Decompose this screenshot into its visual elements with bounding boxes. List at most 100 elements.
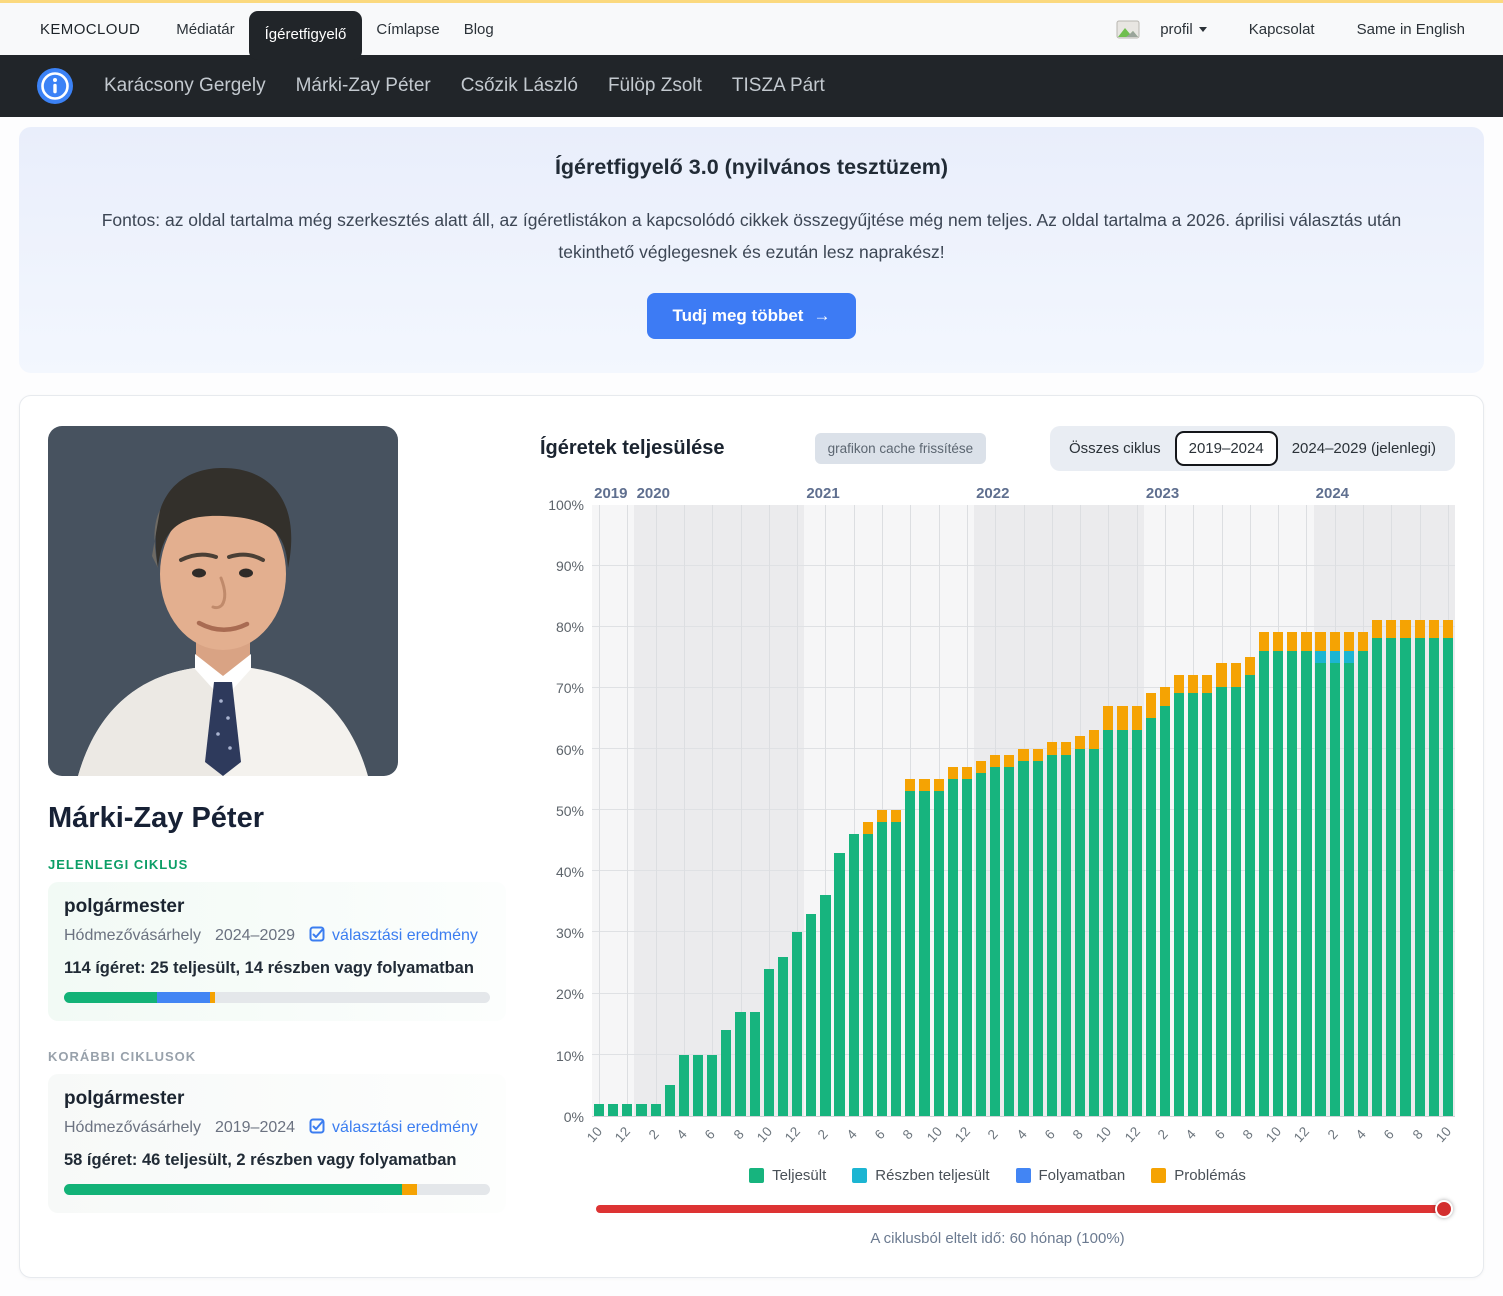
bar-slot-2020-09	[748, 505, 762, 1116]
y-tick-30: 30%	[556, 925, 584, 941]
x-tick-2020-10: 10	[754, 1124, 775, 1145]
bar-segment-Teljesült	[948, 779, 958, 1116]
bar-segment-Teljesült	[820, 895, 830, 1115]
bar-2022-03	[1004, 755, 1014, 1116]
bar-segment-Teljesült	[1089, 749, 1099, 1116]
bar-segment-Teljesült	[721, 1030, 731, 1116]
nav-language-toggle[interactable]: Same in English	[1345, 13, 1477, 46]
top-navbar-right: profil Kapcsolat Same in English	[1116, 13, 1477, 46]
profile-avatar-icon	[1116, 20, 1140, 39]
year-label-2019: 2019	[594, 485, 627, 502]
bar-segment-Teljesült	[707, 1055, 717, 1116]
slider-knob[interactable]	[1435, 1200, 1453, 1218]
bar-segment-Problémás	[1287, 632, 1297, 650]
election-result-label: választási eredmény	[332, 927, 478, 945]
x-tick-2020-02: 2	[645, 1126, 661, 1142]
nav-mediatar[interactable]: Médiatár	[164, 13, 246, 46]
tab-all-cycles[interactable]: Összes ciklus	[1055, 431, 1175, 466]
bar-slot-2019-11	[606, 505, 620, 1116]
top-navbar: KEMOCLOUD Médiatár Ígéretfigyelő Címlaps…	[0, 3, 1503, 55]
x-tick-2021-04: 4	[843, 1126, 859, 1142]
person-nav-karacsony[interactable]: Karácsony Gergely	[104, 75, 266, 97]
nav-igeretfigyelo[interactable]: Ígéretfigyelő	[249, 11, 363, 60]
bar-segment-Teljesült	[735, 1012, 745, 1116]
bar-segment-Teljesült	[1259, 651, 1269, 1116]
nav-kapcsolat[interactable]: Kapcsolat	[1237, 13, 1327, 46]
bar-segment-Teljesült	[1415, 638, 1425, 1115]
bar-segment-Teljesült	[934, 791, 944, 1115]
bar-slot-2021-10	[932, 505, 946, 1116]
bar-segment-Részben-teljesült	[1315, 651, 1325, 663]
year-label-2022: 2022	[976, 485, 1009, 502]
arrow-right-icon: →	[813, 306, 830, 326]
person-nav-csozik[interactable]: Csőzik László	[461, 75, 578, 97]
bar-2020-03	[665, 1085, 675, 1116]
bar-slot-2023-03	[1172, 505, 1186, 1116]
legend-label: Részben teljesült	[875, 1167, 989, 1184]
bar-slot-2021-11	[946, 505, 960, 1116]
bar-2020-01	[636, 1104, 646, 1116]
person-nav-markizay[interactable]: Márki-Zay Péter	[296, 75, 431, 97]
brand-kemocloud[interactable]: KEMOCLOUD	[40, 21, 140, 38]
bar-segment-Teljesült	[849, 834, 859, 1116]
bar-slot-2023-08	[1243, 505, 1257, 1116]
bar-2020-06	[707, 1055, 717, 1116]
person-nav-fulop[interactable]: Fülöp Zsolt	[608, 75, 702, 97]
y-tick-20: 20%	[556, 986, 584, 1002]
bar-segment-Teljesült	[651, 1104, 661, 1116]
x-tick-2021-06: 6	[872, 1126, 888, 1142]
refresh-cache-button[interactable]: grafikon cache frissítése	[815, 433, 987, 464]
x-tick-2020-04: 4	[674, 1126, 690, 1142]
tab-2019-2024[interactable]: 2019–2024	[1175, 431, 1278, 466]
bar-2022-09	[1089, 730, 1099, 1116]
x-tick-2024-08: 8	[1409, 1126, 1425, 1142]
learn-more-label: Tudj meg többet	[673, 306, 804, 326]
bar-segment-Teljesült	[1344, 663, 1354, 1116]
bar-segment-Teljesült	[1245, 675, 1255, 1116]
chart-year-labels: 201920202021202220232024	[592, 485, 1455, 505]
bar-segment-Teljesült	[1202, 693, 1212, 1115]
nav-cimlapse[interactable]: Címlapse	[364, 13, 451, 46]
bar-2024-03	[1344, 632, 1354, 1115]
cycle-position: polgármester	[64, 1088, 490, 1110]
previous-cycles-label: KORÁBBI CIKLUSOK	[48, 1049, 506, 1064]
bar-segment-Problémás	[1344, 632, 1354, 650]
election-result-link[interactable]: választási eredmény	[309, 926, 478, 947]
progress-segment-részben-vagy-folyamatban	[157, 992, 209, 1003]
bar-segment-Részben-teljesült	[1344, 651, 1354, 663]
profile-dropdown[interactable]: profil	[1148, 13, 1219, 46]
bar-2023-10	[1273, 632, 1283, 1115]
bar-segment-Problémás	[891, 810, 901, 822]
bar-segment-Teljesült	[622, 1104, 632, 1116]
bar-slot-2024-09	[1427, 505, 1441, 1116]
x-tick-2021-12: 12	[952, 1124, 973, 1145]
election-result-link[interactable]: választási eredmény	[309, 1118, 478, 1139]
learn-more-button[interactable]: Tudj meg többet →	[647, 293, 857, 339]
cycle-meta: Hódmezővásárhely 2019–2024 választási er…	[64, 1118, 490, 1139]
bar-2019-12	[622, 1104, 632, 1116]
bar-slot-2024-04	[1356, 505, 1370, 1116]
bar-2024-05	[1372, 620, 1382, 1116]
info-icon[interactable]	[36, 67, 74, 105]
slider-track	[596, 1205, 1451, 1213]
profile-panel: Márki-Zay Péter JELENLEGI CIKLUS polgárm…	[48, 426, 506, 1247]
nav-blog[interactable]: Blog	[452, 13, 506, 46]
x-tick-2022-02: 2	[985, 1126, 1001, 1142]
legend-swatch	[1016, 1168, 1031, 1183]
bar-2024-08	[1415, 620, 1425, 1116]
tab-2024-2029[interactable]: 2024–2029 (jelenlegi)	[1278, 431, 1450, 466]
person-nav-tisza[interactable]: TISZA Párt	[732, 75, 825, 97]
bar-segment-Problémás	[1273, 632, 1283, 650]
bar-2024-07	[1400, 620, 1410, 1116]
y-tick-50: 50%	[556, 803, 584, 819]
bar-segment-Problémás	[1075, 736, 1085, 748]
bar-2020-08	[735, 1012, 745, 1116]
bar-slot-2020-11	[776, 505, 790, 1116]
bar-slot-2022-11	[1115, 505, 1129, 1116]
x-tick-2024-06: 6	[1381, 1126, 1397, 1142]
bar-segment-Problémás	[1132, 706, 1142, 730]
x-tick-2024-10: 10	[1433, 1124, 1454, 1145]
bar-segment-Problémás	[1004, 755, 1014, 767]
bar-slot-2022-12	[1130, 505, 1144, 1116]
bar-2021-04	[849, 834, 859, 1116]
